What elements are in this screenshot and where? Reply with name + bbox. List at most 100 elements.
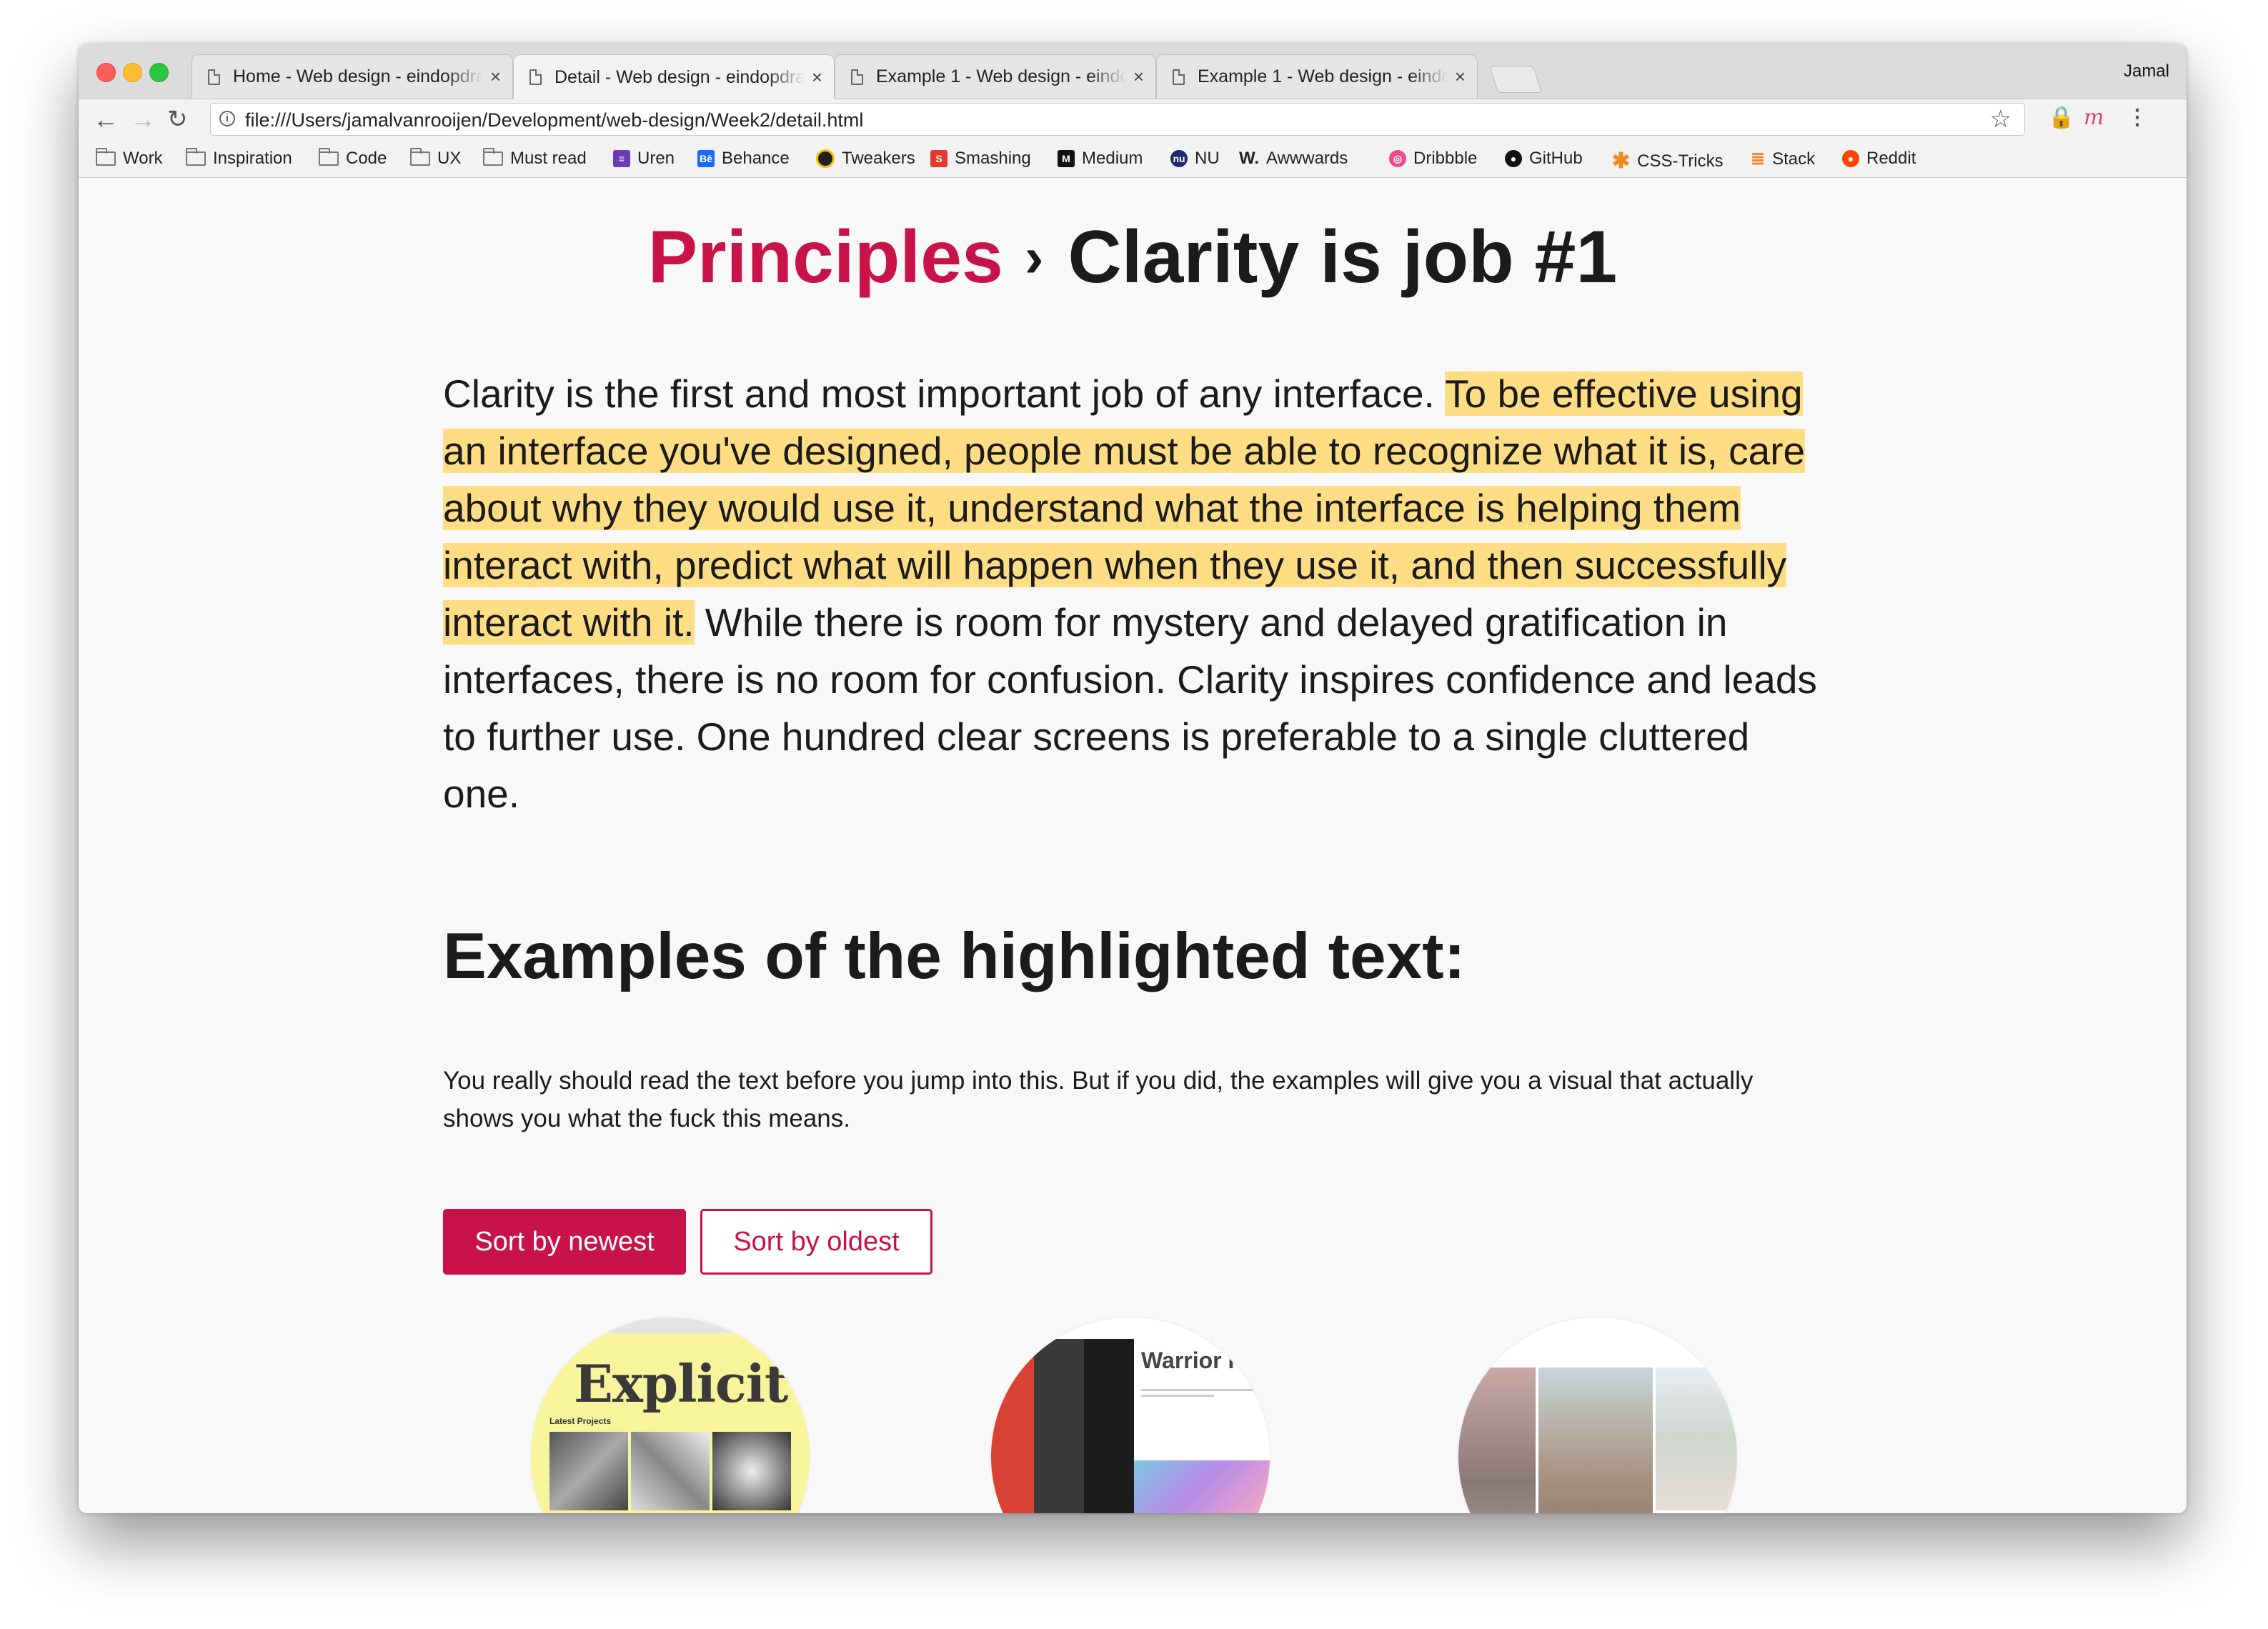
tab-example-1[interactable]: Example 1 - Web design - eindopdracht × xyxy=(835,54,1156,99)
bookmark-label: Uren xyxy=(637,149,675,168)
examples-intro: You really should read the text before y… xyxy=(443,1067,1754,1132)
bookmark-code[interactable]: Code xyxy=(319,148,387,169)
forward-arrow-icon[interactable]: → xyxy=(130,104,156,135)
bookmark-nu[interactable]: nu NU xyxy=(1170,149,1220,169)
bookmark-label: Inspiration xyxy=(213,149,292,168)
tab-example-1-second[interactable]: Example 1 - Web design - eindopdracht × xyxy=(1156,54,1478,99)
bookmark-label: Stack xyxy=(1772,149,1816,169)
tab-detail[interactable]: Detail - Web design - eindopdracht × xyxy=(513,54,835,99)
new-tab-button[interactable] xyxy=(1488,66,1543,93)
github-icon: ● xyxy=(1505,150,1522,167)
thumbnail-title: Warrior P xyxy=(1141,1347,1243,1373)
bookmark-label: Medium xyxy=(1082,149,1143,168)
folder-icon xyxy=(483,148,503,166)
tweakers-icon xyxy=(816,149,835,168)
bookmark-label: Code xyxy=(346,149,387,168)
reddit-icon: ● xyxy=(1842,150,1859,167)
folder-icon xyxy=(319,148,339,166)
stack-icon: ≣ xyxy=(1751,149,1766,169)
reload-icon[interactable]: ↻ xyxy=(167,104,188,135)
bookmark-label: Awwwards xyxy=(1266,149,1348,168)
breadcrumb-principles-link[interactable]: Principles xyxy=(648,216,1003,299)
bookmark-label: GitHub xyxy=(1529,149,1583,168)
bookmark-label: CSS-Tricks xyxy=(1637,151,1724,171)
tab-home[interactable]: Home - Web design - eindopdracht × xyxy=(192,54,513,99)
thumbnail-image xyxy=(1084,1339,1134,1513)
bookmark-medium[interactable]: M Medium xyxy=(1058,149,1143,169)
thumbnail-image xyxy=(549,1432,628,1510)
css-tricks-icon: ✱ xyxy=(1612,149,1631,173)
window-minimize-button[interactable] xyxy=(123,63,142,82)
bookmark-reddit[interactable]: ● Reddit xyxy=(1842,149,1916,169)
sort-oldest-button[interactable]: Sort by oldest xyxy=(700,1209,932,1275)
bookmark-label: Dribbble xyxy=(1413,149,1478,168)
document-icon xyxy=(851,69,863,85)
bookmark-tweakers[interactable]: Tweakers xyxy=(816,149,915,169)
tab-bar: Home - Web design - eindopdracht × Detai… xyxy=(79,44,2187,99)
tab-close-icon[interactable]: × xyxy=(490,66,501,88)
dribbble-icon: ◎ xyxy=(1389,150,1406,167)
bookmark-behance[interactable]: Bē Behance xyxy=(697,149,790,169)
example-thumbnail-explicit[interactable]: Explicit Latest Projects xyxy=(531,1317,810,1513)
breadcrumb-chevron-icon: › xyxy=(1024,225,1044,289)
page-title: Principles › Clarity is job #1 xyxy=(79,215,2187,300)
document-icon xyxy=(1173,69,1185,85)
bookmark-stack[interactable]: ≣ Stack xyxy=(1751,149,1815,169)
nu-icon: nu xyxy=(1170,150,1188,167)
extension-m-icon[interactable]: m xyxy=(2084,105,2104,130)
thumbnail-image xyxy=(712,1432,791,1510)
behance-icon: Bē xyxy=(697,150,715,167)
tab-close-icon[interactable]: × xyxy=(1455,66,1466,88)
info-icon[interactable]: i xyxy=(219,111,235,126)
bookmark-ux[interactable]: UX xyxy=(410,148,462,169)
tab-title: Home - Web design - eindopdracht xyxy=(233,66,483,86)
tab-close-icon[interactable]: × xyxy=(812,66,822,89)
bookmark-css-tricks[interactable]: ✱ CSS-Tricks xyxy=(1612,149,1724,174)
address-bar[interactable]: i file:///Users/jamalvanrooijen/Developm… xyxy=(210,103,2025,136)
thumbnail-image xyxy=(631,1432,710,1510)
thumbnail-image xyxy=(1458,1368,1536,1513)
example-thumbnail-warrior[interactable]: Warrior P xyxy=(991,1317,1270,1513)
bookmark-inspiration[interactable]: Inspiration xyxy=(186,148,292,169)
example-thumbnail-photos[interactable] xyxy=(1458,1317,1737,1513)
thumbnail-image xyxy=(1538,1368,1653,1513)
bookmark-dribbble[interactable]: ◎ Dribbble xyxy=(1389,149,1477,169)
bookmark-work[interactable]: Work xyxy=(96,148,163,169)
bookmarks-bar: Work Inspiration Code UX Must read ≡ Ure… xyxy=(79,141,2187,178)
bookmark-github[interactable]: ● GitHub xyxy=(1505,149,1583,169)
body-paragraph: Clarity is the first and most important … xyxy=(443,365,1822,822)
profile-name[interactable]: Jamal xyxy=(2124,61,2169,81)
medium-icon: M xyxy=(1058,150,1075,167)
bookmark-uren[interactable]: ≡ Uren xyxy=(613,149,675,169)
bookmark-label: Must read xyxy=(510,149,587,168)
thumbnail-image xyxy=(1034,1339,1084,1513)
lock-extension-icon[interactable]: 🔒 xyxy=(2048,105,2074,130)
thumbnail-image xyxy=(1134,1460,1270,1513)
window-zoom-button[interactable] xyxy=(149,63,169,82)
bookmark-must-read[interactable]: Must read xyxy=(483,148,587,169)
smashing-icon: S xyxy=(930,150,948,167)
bookmark-label: Reddit xyxy=(1866,149,1916,168)
bookmark-label: Work xyxy=(123,149,163,168)
bookmark-label: Tweakers xyxy=(842,149,915,168)
window-close-button[interactable] xyxy=(96,63,116,82)
browser-toolbar: ← → ↻ i file:///Users/jamalvanrooijen/De… xyxy=(79,99,2187,141)
bookmark-label: UX xyxy=(437,149,462,168)
thumbnail-description-lines xyxy=(1141,1389,1263,1397)
back-arrow-icon[interactable]: ← xyxy=(93,104,119,135)
thumbnail-title: Explicit xyxy=(574,1353,788,1414)
document-icon xyxy=(529,69,542,85)
thumbnail-subtitle: Latest Projects xyxy=(549,1416,612,1426)
bookmark-awwwards[interactable]: W. Awwwards xyxy=(1239,149,1348,169)
url-text[interactable]: file:///Users/jamalvanrooijen/Developmen… xyxy=(245,109,863,131)
page-title-text: Clarity is job #1 xyxy=(1068,216,1618,299)
thumbnail-image xyxy=(991,1339,1034,1513)
bookmark-label: Behance xyxy=(722,149,790,168)
browser-window: Home - Web design - eindopdracht × Detai… xyxy=(79,44,2187,1513)
menu-kebab-icon[interactable]: ⋮ xyxy=(2127,105,2148,130)
bookmark-star-icon[interactable]: ☆ xyxy=(1990,105,2011,134)
sort-newest-button[interactable]: Sort by newest xyxy=(443,1209,686,1275)
bookmark-smashing[interactable]: S Smashing xyxy=(930,149,1031,169)
tab-title: Example 1 - Web design - eindopdracht xyxy=(876,66,1126,86)
tab-close-icon[interactable]: × xyxy=(1133,66,1144,88)
